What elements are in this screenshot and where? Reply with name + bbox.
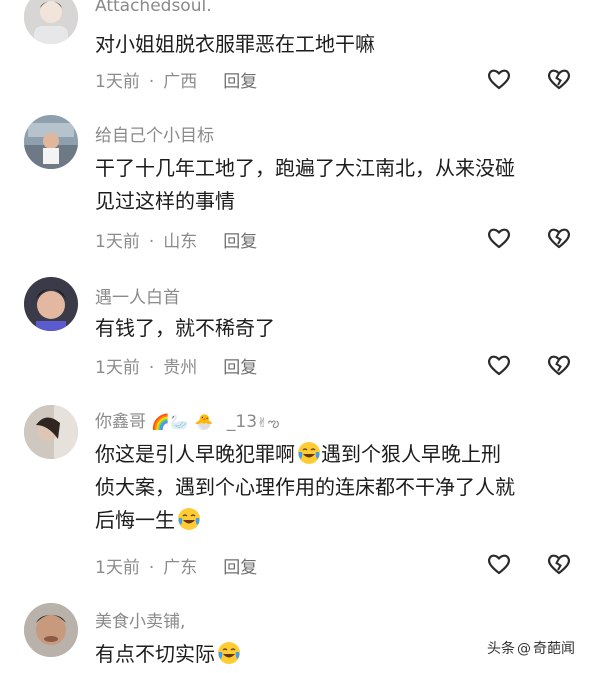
meta-separator: ·	[148, 358, 155, 378]
like-button[interactable]	[486, 66, 512, 92]
comment-text-line: 有钱了，就不稀奇了	[95, 316, 275, 340]
comment-meta: 1天前 · 广西 回复	[95, 67, 257, 92]
heart-outline-icon	[487, 355, 511, 376]
comment-text-segment: 后悔一生	[95, 508, 175, 532]
timestamp: 1天前	[95, 72, 140, 92]
comment-text-line: 侦大案，遇到个心理作用的连床都不干净了人就	[95, 475, 515, 499]
swan-icon: 🦢	[170, 413, 189, 431]
comment-text-segment: 遇到个狠人早晚上刑	[321, 442, 501, 466]
source-watermark: 头条 @ 奇葩闻	[487, 638, 575, 658]
comment-meta: 1天前 · 广东 回复	[95, 553, 257, 578]
watermark-author: 奇葩闻	[533, 641, 575, 657]
meta-separator: ·	[148, 558, 155, 578]
location: 广东	[163, 558, 198, 578]
like-button[interactable]	[486, 225, 512, 251]
dislike-button[interactable]	[546, 225, 572, 251]
heart-outline-icon	[487, 228, 511, 249]
username[interactable]: 给自己个小目标	[95, 121, 214, 146]
comment-text-line: 你这是引人早晚犯罪啊 遇到个狠人早晚上刑	[95, 438, 575, 471]
avatar[interactable]	[24, 0, 78, 44]
comment-text-line: 后悔一生	[95, 504, 575, 537]
meta-separator: ·	[148, 72, 155, 92]
like-button[interactable]	[486, 352, 512, 378]
timestamp: 1天前	[95, 558, 140, 578]
location: 山东	[163, 232, 198, 252]
username-suffix: _13	[226, 412, 258, 432]
username[interactable]: Attachedsoul.	[95, 0, 212, 16]
chick-icon: 🐣	[194, 413, 214, 431]
crying-laughing-emoji	[178, 508, 200, 530]
reply-button[interactable]: 回复	[223, 558, 257, 578]
timestamp: 1天前	[95, 232, 140, 252]
dislike-button[interactable]	[546, 66, 572, 92]
avatar[interactable]	[24, 405, 78, 459]
like-button[interactable]	[486, 551, 512, 577]
avatar[interactable]	[24, 277, 78, 331]
username-text: 你鑫哥	[95, 412, 146, 432]
crying-laughing-emoji	[218, 642, 240, 664]
heart-outline-icon	[487, 554, 511, 575]
dislike-button[interactable]	[546, 352, 572, 378]
username[interactable]: 你鑫哥 🌈🦢 🐣 _13✌︎ఌ	[95, 407, 279, 434]
broken-heart-icon	[547, 228, 571, 249]
reply-button[interactable]: 回复	[223, 358, 257, 378]
comment-text: 有钱了，就不稀奇了	[95, 312, 575, 345]
crying-laughing-emoji	[298, 442, 320, 464]
username[interactable]: 美食小卖铺,	[95, 607, 185, 632]
decorative-doodle-icon: ✌︎ఌ	[257, 416, 280, 431]
broken-heart-icon	[547, 554, 571, 575]
dislike-button[interactable]	[546, 551, 572, 577]
username[interactable]: 遇一人白首	[95, 283, 180, 308]
watermark-source: 头条	[487, 641, 515, 657]
broken-heart-icon	[547, 355, 571, 376]
comment-text: 对小姐姐脱衣服罪恶在工地干嘛	[95, 28, 575, 61]
comment-text: 你这是引人早晚犯罪啊 遇到个狠人早晚上刑 侦大案，遇到个心理作用的连床都不干净了人…	[95, 438, 575, 537]
comment-text: 干了十几年工地了，跑遍了大江南北，从来没碰 见过这样的事情	[95, 152, 575, 218]
broken-heart-icon	[547, 69, 571, 90]
rainbow-icon: 🌈	[151, 413, 171, 431]
location: 贵州	[163, 358, 198, 378]
heart-outline-icon	[487, 69, 511, 90]
avatar[interactable]	[24, 115, 78, 169]
avatar[interactable]	[24, 603, 78, 657]
comment-meta: 1天前 · 贵州 回复	[95, 353, 257, 378]
comment-text-line: 对小姐姐脱衣服罪恶在工地干嘛	[95, 32, 375, 56]
comment-text-line: 干了十几年工地了，跑遍了大江南北，从来没碰	[95, 156, 515, 180]
comment-text-line: 见过这样的事情	[95, 189, 235, 213]
reply-button[interactable]: 回复	[223, 232, 257, 252]
location: 广西	[163, 72, 198, 92]
watermark-at: @	[517, 641, 531, 657]
meta-separator: ·	[148, 232, 155, 252]
comment-text-segment: 你这是引人早晚犯罪啊	[95, 442, 295, 466]
comment-text-segment: 有点不切实际	[95, 642, 215, 666]
comment-meta: 1天前 · 山东 回复	[95, 227, 257, 252]
reply-button[interactable]: 回复	[223, 72, 257, 92]
timestamp: 1天前	[95, 358, 140, 378]
